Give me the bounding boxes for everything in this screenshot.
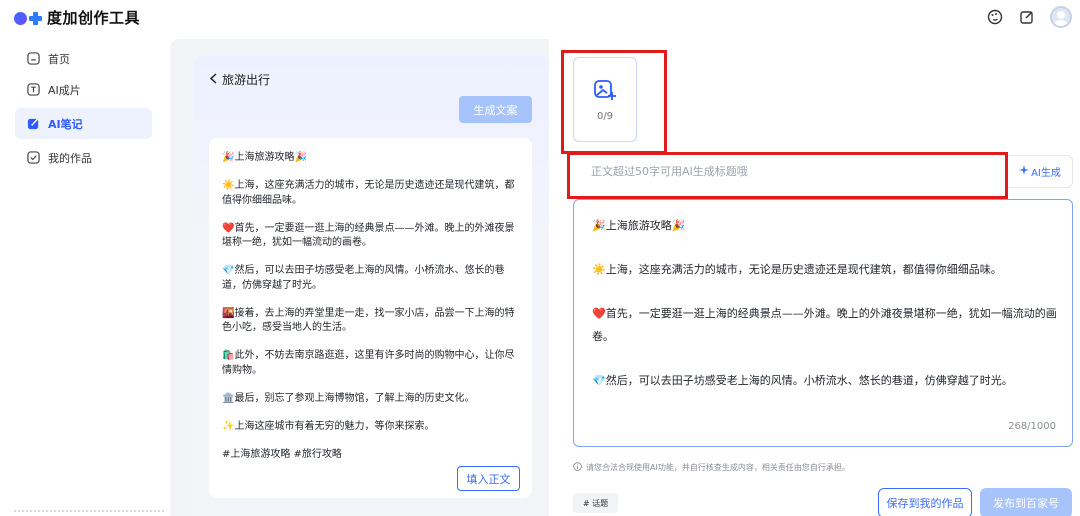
topic-tag-button[interactable]: # 话题 bbox=[573, 493, 618, 513]
article-paragraph: 🎉上海旅游攻略🎉 bbox=[222, 152, 307, 163]
ai-usage-notice: 请您合法合规使用AI功能，并自行核查生成内容，相关责任由您自行承担。 bbox=[573, 462, 850, 473]
chevron-left-icon bbox=[209, 72, 218, 87]
article-paragraph: ❤️首先，一定要逛一逛上海的经典景点——外滩。晚上的外滩夜景堪称一绝，犹如一幅流… bbox=[222, 222, 515, 249]
edit-icon[interactable] bbox=[1018, 8, 1036, 26]
article-hashtags: #上海旅游攻略 #旅行攻略 bbox=[222, 448, 342, 460]
top-bar: 度加创作工具 bbox=[0, 0, 1080, 36]
publish-button[interactable]: 发布到百家号 bbox=[980, 488, 1072, 516]
sidebar-item-label: 首页 bbox=[48, 52, 70, 66]
sidebar-footer-divider bbox=[14, 510, 164, 516]
character-counter: 268/1000 bbox=[1008, 421, 1056, 432]
info-icon bbox=[573, 462, 582, 473]
ai-generate-label: AI生成 bbox=[1031, 168, 1061, 179]
sidebar-item-home[interactable]: 首页 bbox=[15, 43, 152, 74]
fill-body-button[interactable]: 填入正文 bbox=[457, 466, 520, 491]
home-icon bbox=[26, 52, 40, 66]
logo-mark-icon bbox=[14, 9, 44, 27]
sparkle-icon bbox=[1019, 165, 1030, 178]
ai-video-icon bbox=[26, 83, 40, 97]
sidebar-item-ai-video[interactable]: AI成片 bbox=[15, 74, 152, 105]
app-title: 度加创作工具 bbox=[47, 9, 141, 27]
ai-note-icon bbox=[26, 117, 40, 131]
sidebar-item-label: AI笔记 bbox=[48, 117, 83, 131]
sidebar-item-ai-note[interactable]: AI笔记 bbox=[15, 108, 152, 139]
app-logo[interactable]: 度加创作工具 bbox=[14, 7, 140, 28]
sidebar: 首页 AI成片 AI笔记 我的作品 bbox=[0, 36, 168, 516]
user-avatar[interactable] bbox=[1050, 6, 1072, 28]
back-link[interactable]: 旅游出行 bbox=[209, 71, 270, 88]
editor-paragraph: ❤️首先，一定要逛一逛上海的经典景点——外滩。晚上的外滩夜景堪称一绝，犹如一幅流… bbox=[592, 307, 1057, 343]
editor-paragraph: 🎉上海旅游攻略🎉 bbox=[592, 219, 686, 232]
top-actions bbox=[986, 6, 1072, 28]
my-works-icon bbox=[26, 151, 40, 165]
palette-icon[interactable] bbox=[986, 8, 1004, 26]
body-editor[interactable]: 🎉上海旅游攻略🎉 ☀️上海，这座充满活力的城市，无论是历史遗迹还是现代建筑，都值… bbox=[573, 199, 1073, 447]
sidebar-item-label: 我的作品 bbox=[48, 151, 92, 165]
generate-copy-button[interactable]: 生成文案 bbox=[459, 96, 532, 123]
save-to-works-button[interactable]: 保存到我的作品 bbox=[878, 488, 972, 516]
article-paragraph: 🌇接着，去上海的弄堂里走一走，找一家小店，品尝一下上海的特色小吃，感受当地人的生… bbox=[222, 307, 515, 334]
sidebar-item-my-works[interactable]: 我的作品 bbox=[15, 142, 152, 173]
article-paragraph: ☀️上海，这座充满活力的城市，无论是历史遗迹还是现代建筑，都值得你细细品味。 bbox=[222, 180, 515, 206]
sidebar-item-label: AI成片 bbox=[48, 83, 81, 97]
article-paragraph: 🏛️最后，别忘了参观上海博物馆，了解上海的历史文化。 bbox=[222, 392, 475, 404]
notice-text: 请您合法合规使用AI功能，并自行核查生成内容，相关责任由您自行承担。 bbox=[586, 463, 850, 472]
ai-generate-title-button[interactable]: AI生成 bbox=[1008, 155, 1073, 188]
article-paragraph: ✨上海这座城市有着无穷的魅力，等你来探索。 bbox=[222, 420, 435, 432]
highlight-box-upload bbox=[561, 50, 667, 154]
editor-paragraph: ☀️上海，这座充满活力的城市，无论是历史遗迹还是现代建筑，都值得你细细品味。 bbox=[592, 263, 1002, 276]
back-link-label: 旅游出行 bbox=[222, 73, 271, 87]
article-paragraph: 💎然后，可以去田子坊感受老上海的风情。小桥流水、悠长的巷道，仿佛穿越了时光。 bbox=[222, 265, 505, 291]
highlight-box-title bbox=[567, 152, 1008, 199]
editor-paragraph: 💎然后，可以去田子坊感受老上海的风情。小桥流水、悠长的巷道，仿佛穿越了时光。 bbox=[592, 374, 1013, 387]
generated-article: 🎉上海旅游攻略🎉 ☀️上海，这座充满活力的城市，无论是历史遗迹还是现代建筑，都值… bbox=[222, 151, 522, 476]
article-paragraph: 🛍️此外，不妨去南京路逛逛，这里有许多时尚的购物中心，让你尽情购物。 bbox=[222, 350, 515, 376]
editor-content[interactable]: 🎉上海旅游攻略🎉 ☀️上海，这座充满活力的城市，无论是历史遗迹还是现代建筑，都值… bbox=[592, 214, 1057, 413]
